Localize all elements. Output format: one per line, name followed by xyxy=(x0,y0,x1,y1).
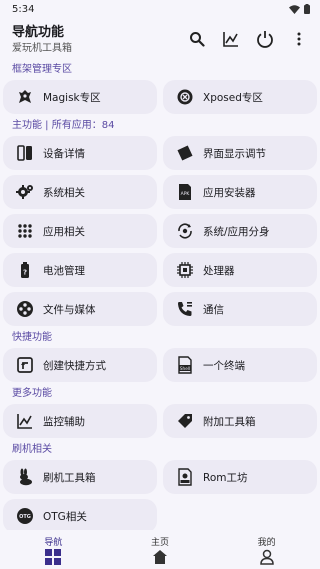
card-label: 电池管理 xyxy=(43,264,85,277)
display-icon xyxy=(175,143,195,163)
xposed-icon xyxy=(175,87,195,107)
nav-tab-navigation[interactable]: 导航 xyxy=(13,535,93,565)
gear-icon xyxy=(15,182,35,202)
section-title: 刷机相关 xyxy=(12,444,52,455)
card-label: 系统/应用分身 xyxy=(203,225,270,238)
rabbit-icon xyxy=(15,467,35,487)
magisk-card[interactable]: Magisk专区 xyxy=(3,80,157,114)
shortcut-icon xyxy=(15,355,35,375)
otg-card[interactable]: OTG OTG相关 xyxy=(3,499,157,530)
app-installer-card[interactable]: APK 应用安装器 xyxy=(163,175,317,209)
more-options-button[interactable] xyxy=(284,24,314,54)
card-label: 通信 xyxy=(203,303,224,316)
svg-text:OTG: OTG xyxy=(19,514,31,520)
phone-icon xyxy=(175,299,195,319)
card-label: 创建快捷方式 xyxy=(43,359,106,372)
shell-icon: Shell xyxy=(175,355,195,375)
device-icon xyxy=(15,143,35,163)
home-icon xyxy=(152,549,168,565)
wifi-icon xyxy=(289,4,300,14)
app-clone-card[interactable]: 系统/应用分身 xyxy=(163,214,317,248)
card-label: OTG相关 xyxy=(43,510,87,523)
create-shortcut-card[interactable]: 创建快捷方式 xyxy=(3,348,157,382)
card-label: 刷机工具箱 xyxy=(43,471,96,484)
system-card[interactable]: 系统相关 xyxy=(3,175,157,209)
battery-icon: ? xyxy=(15,260,35,280)
search-button[interactable] xyxy=(182,24,212,54)
apps-card[interactable]: 应用相关 xyxy=(3,214,157,248)
tag-icon xyxy=(175,411,195,431)
flash-toolbox-card[interactable]: 刷机工具箱 xyxy=(3,460,157,494)
xposed-card[interactable]: Xposed专区 xyxy=(163,80,317,114)
cpu-icon xyxy=(175,260,195,280)
card-label: Rom工坊 xyxy=(203,471,248,484)
media-icon xyxy=(15,299,35,319)
card-label: 文件与媒体 xyxy=(43,303,96,316)
card-label: 应用相关 xyxy=(43,225,85,238)
files-media-card[interactable]: 文件与媒体 xyxy=(3,292,157,326)
search-icon xyxy=(189,31,205,47)
nav-label: 主页 xyxy=(150,537,169,548)
page-title: 导航功能 xyxy=(12,25,65,40)
communication-card[interactable]: 通信 xyxy=(163,292,317,326)
svg-text:Shell: Shell xyxy=(180,366,190,371)
line-chart-icon xyxy=(223,31,239,47)
monitor-assist-card[interactable]: 监控辅助 xyxy=(3,404,157,438)
power-icon xyxy=(256,30,274,48)
grid-nav-icon xyxy=(45,548,62,565)
section-title: 主功能 | 所有应用：84 xyxy=(12,120,115,131)
svg-text:APK: APK xyxy=(181,191,191,197)
section-title: 更多功能 xyxy=(12,388,52,399)
battery-status-icon xyxy=(304,4,310,14)
nav-tab-profile[interactable]: 我的 xyxy=(227,535,307,565)
monitor-icon xyxy=(15,411,35,431)
nav-label: 导航 xyxy=(44,537,63,548)
device-details-card[interactable]: 设备详情 xyxy=(3,136,157,170)
terminal-card[interactable]: Shell 一个终端 xyxy=(163,348,317,382)
power-button[interactable] xyxy=(250,24,280,54)
card-label: 界面显示调节 xyxy=(203,147,266,160)
card-label: 监控辅助 xyxy=(43,415,85,428)
section-title: 框架管理专区 xyxy=(12,64,72,75)
svg-text:?: ? xyxy=(23,269,27,277)
card-label: Magisk专区 xyxy=(43,91,101,104)
status-time: 5:34 xyxy=(12,3,35,15)
page-subtitle: 爱玩机工具箱 xyxy=(12,43,72,54)
person-icon xyxy=(259,549,275,565)
nav-tab-home[interactable]: 主页 xyxy=(120,535,200,565)
card-label: Xposed专区 xyxy=(203,91,263,104)
more-vert-icon xyxy=(297,32,301,46)
card-label: 设备详情 xyxy=(43,147,85,160)
magisk-icon xyxy=(15,87,35,107)
battery-card[interactable]: ? 电池管理 xyxy=(3,253,157,287)
clone-icon xyxy=(175,221,195,241)
nav-label: 我的 xyxy=(257,537,276,548)
rom-workshop-card[interactable]: Rom工坊 xyxy=(163,460,317,494)
card-label: 应用安装器 xyxy=(203,186,256,199)
processor-card[interactable]: 处理器 xyxy=(163,253,317,287)
apk-icon: APK xyxy=(175,182,195,202)
extra-toolbox-card[interactable]: 附加工具箱 xyxy=(163,404,317,438)
display-adjust-card[interactable]: 界面显示调节 xyxy=(163,136,317,170)
apps-grid-icon xyxy=(15,221,35,241)
status-bar: 5:34 xyxy=(0,0,320,18)
app-bar: 导航功能 爱玩机工具箱 xyxy=(0,18,320,60)
bottom-navigation: 导航 主页 我的 xyxy=(0,530,320,569)
rom-file-icon xyxy=(175,467,195,487)
card-label: 附加工具箱 xyxy=(203,415,256,428)
otg-icon: OTG xyxy=(15,506,35,526)
section-title: 快捷功能 xyxy=(12,332,52,343)
status-icons xyxy=(289,4,310,14)
nav-content: 框架管理专区 Magisk专区 Xposed专区 主功能 | 所有应用：84 设… xyxy=(0,60,320,530)
card-label: 处理器 xyxy=(203,264,235,277)
chart-button[interactable] xyxy=(216,24,246,54)
card-label: 一个终端 xyxy=(203,359,245,372)
card-label: 系统相关 xyxy=(43,186,85,199)
